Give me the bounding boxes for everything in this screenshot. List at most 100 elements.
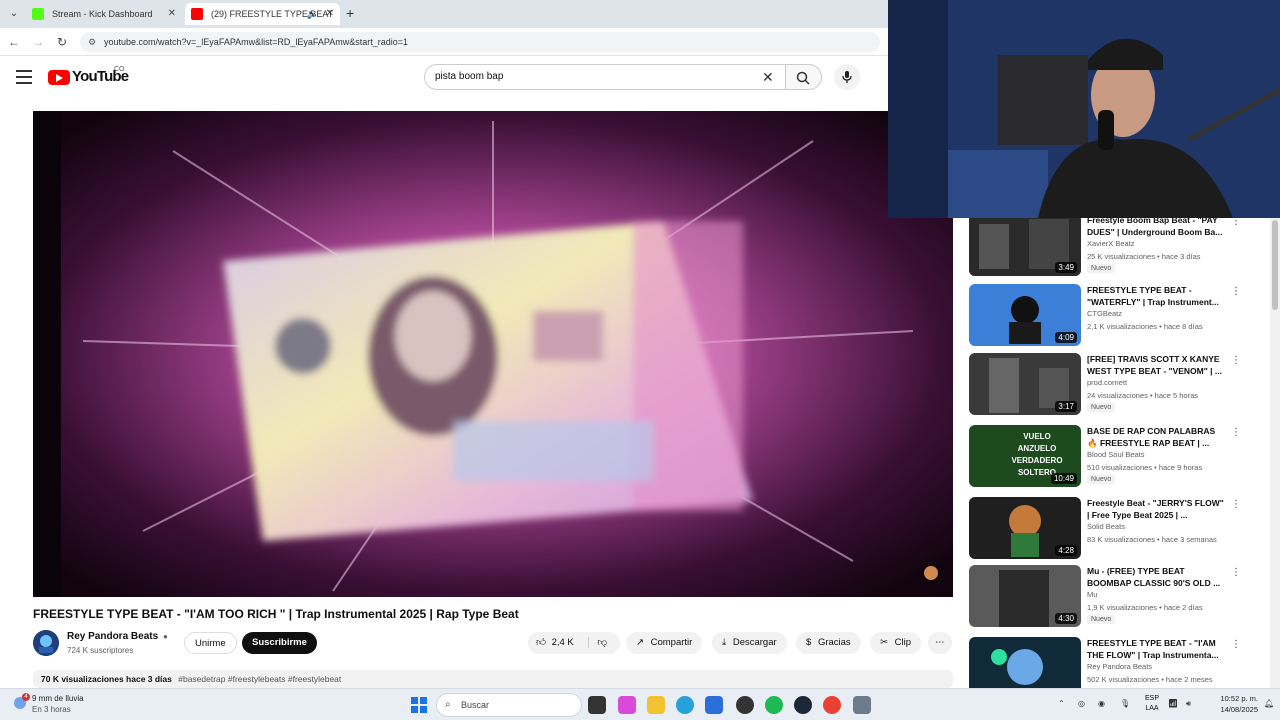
recommendations-scrollbar[interactable] xyxy=(1270,218,1280,688)
recommendation-item[interactable]: FREESTYLE TYPE BEAT - "I'AM THE FLOW" | … xyxy=(969,637,1269,688)
more-options-icon[interactable]: ⋮ xyxy=(1231,639,1241,650)
weather-text[interactable]: 9 mm de lluvia xyxy=(32,694,84,703)
store-icon[interactable] xyxy=(705,696,723,714)
taskbar-search-input[interactable]: ⌕ Buscar xyxy=(436,693,582,717)
new-badge: Nuevo xyxy=(1087,264,1116,273)
more-options-icon[interactable]: ⋮ xyxy=(1231,427,1241,438)
tab-search-icon[interactable]: ⌄ xyxy=(6,6,22,22)
scrollbar-thumb[interactable] xyxy=(1272,220,1278,310)
edge-icon[interactable] xyxy=(676,696,694,714)
views-date: 70 K visualizaciones hace 3 días xyxy=(41,674,172,684)
search-icon xyxy=(796,71,810,85)
recommendation-item[interactable]: 3:17 [FREE] TRAVIS SCOTT X KANYE WEST TY… xyxy=(969,353,1269,417)
settings-icon[interactable] xyxy=(853,696,871,714)
recommendation-item[interactable]: 3:49 Freestyle Boom Bap Beat - "PAY DUES… xyxy=(969,214,1269,278)
voice-search-button[interactable] xyxy=(834,64,860,90)
subscribe-button[interactable]: Suscribirme xyxy=(242,632,317,654)
system-clock[interactable]: 10:52 p. m. 14/08/2025 xyxy=(1206,693,1258,715)
clip-button[interactable]: ✂ Clip xyxy=(870,632,921,654)
search-input[interactable]: pista boom bap xyxy=(424,64,786,90)
weather-badge: 4 xyxy=(22,693,30,701)
tray-app-icon[interactable]: ◎ xyxy=(1078,699,1085,708)
duration-badge: 4:09 xyxy=(1055,332,1077,343)
forward-arrow-icon[interactable]: → xyxy=(30,34,46,50)
download-label: Descargar xyxy=(732,637,777,648)
steam-icon[interactable] xyxy=(794,696,812,714)
search-placeholder: Buscar xyxy=(461,700,490,710)
app-icon[interactable] xyxy=(736,696,754,714)
recommendation-meta: 24 visualizaciones • hace 5 horas xyxy=(1087,391,1199,400)
video-player[interactable] xyxy=(33,111,953,597)
url-input[interactable]: ⚙ youtube.com/watch?v=_lEyaFAPAmw&list=R… xyxy=(80,32,880,52)
duration-badge: 10:49 xyxy=(1050,473,1077,484)
video-thumbnail[interactable]: 3:49 xyxy=(969,214,1081,276)
share-label: Compartir xyxy=(650,637,693,648)
video-thumbnail[interactable]: 4:30 xyxy=(969,565,1081,627)
close-tab-icon[interactable]: ✕ xyxy=(168,3,176,25)
join-button[interactable]: Unirme xyxy=(184,632,237,654)
file-explorer-icon[interactable] xyxy=(647,696,665,714)
more-actions-button[interactable]: ⋯ xyxy=(928,632,952,654)
search-button[interactable] xyxy=(786,64,822,90)
back-arrow-icon[interactable]: ← xyxy=(6,34,22,50)
windows-taskbar: 4 9 mm de lluvia En 3 horas ⌕ Buscar ⌃ ◎… xyxy=(0,688,1280,720)
language-indicator[interactable]: ESP LAA xyxy=(1140,694,1164,714)
tray-overflow-icon[interactable]: ⌃ xyxy=(1058,699,1065,708)
recommendation-meta: 83 K visualizaciones • hace 3 semanas xyxy=(1087,535,1217,544)
description-box[interactable]: 70 K visualizaciones hace 3 días #basede… xyxy=(33,670,953,688)
more-options-icon[interactable]: ⋮ xyxy=(1231,567,1241,578)
speaker-icon[interactable]: 🔈 xyxy=(307,3,318,25)
new-tab-button[interactable]: + xyxy=(346,5,354,21)
tray-app-icon[interactable]: ◉ xyxy=(1098,699,1105,708)
duration-badge: 3:17 xyxy=(1055,401,1077,412)
recommendation-title: Mu - (FREE) TYPE BEAT BOOMBAP CLASSIC 90… xyxy=(1087,566,1221,588)
site-info-icon[interactable]: ⚙ xyxy=(88,32,96,52)
windows-start-icon[interactable] xyxy=(410,696,428,714)
channel-name[interactable]: Rey Pandora Beats ● xyxy=(67,631,168,642)
spotify-icon[interactable] xyxy=(765,696,783,714)
thanks-button[interactable]: $ Gracias xyxy=(796,632,861,654)
new-badge: Nuevo xyxy=(1087,475,1116,484)
menu-icon[interactable] xyxy=(16,70,32,84)
chrome-icon[interactable] xyxy=(823,696,841,714)
video-thumbnail[interactable]: 3:17 xyxy=(969,353,1081,415)
recommendation-item[interactable]: 4:30 Mu - (FREE) TYPE BEAT BOOMBAP CLASS… xyxy=(969,565,1269,629)
hashtags[interactable]: #basedetrap #freestylebeats #freestylebe… xyxy=(178,674,341,684)
task-view-icon[interactable] xyxy=(588,696,606,714)
tab-youtube[interactable]: (29) FREESTYLE TYPE BEAT 🔈 ✕ xyxy=(185,3,340,25)
download-button[interactable]: ⤓ Descargar xyxy=(712,632,787,654)
video-thumbnail[interactable] xyxy=(969,637,1081,688)
more-options-icon[interactable]: ⋮ xyxy=(1231,355,1241,366)
recommendation-item[interactable]: VUELO ANZUELO VERDADERO SOLTERO 10:49 BA… xyxy=(969,425,1269,489)
recommendation-item[interactable]: 4:28 Freestyle Beat - "JERRY'S FLOW" | F… xyxy=(969,497,1269,561)
share-button[interactable]: ↗ Compartir xyxy=(626,632,703,654)
thanks-icon: $ xyxy=(806,637,812,648)
copilot-icon[interactable] xyxy=(618,696,636,714)
thumbnail-text: VUELO ANZUELO VERDADERO SOLTERO xyxy=(1011,432,1063,477)
video-thumbnail[interactable]: VUELO ANZUELO VERDADERO SOLTERO 10:49 xyxy=(969,425,1081,487)
recommendation-item[interactable]: 4:09 FREESTYLE TYPE BEAT - "WATERFLY" | … xyxy=(969,284,1269,348)
recommendation-meta: 502 K visualizaciones • hace 2 meses xyxy=(1087,675,1213,684)
clear-search-icon[interactable]: ✕ xyxy=(762,69,774,85)
wifi-icon[interactable]: 📶︎ xyxy=(1168,699,1178,708)
volume-icon[interactable]: 🔊︎ xyxy=(1186,699,1191,709)
country-code: CO xyxy=(114,66,125,73)
notifications-icon[interactable]: 🔔︎ xyxy=(1264,699,1274,708)
video-thumbnail[interactable]: 4:28 xyxy=(969,497,1081,559)
kick-favicon-icon xyxy=(32,8,44,20)
dislike-button[interactable]: 👎︎ xyxy=(588,637,608,648)
youtube-logo-icon[interactable] xyxy=(48,70,70,85)
more-options-icon[interactable]: ⋮ xyxy=(1231,499,1241,510)
verified-icon: ● xyxy=(162,632,168,641)
more-options-icon[interactable]: ⋮ xyxy=(1231,286,1241,297)
microphone-icon xyxy=(842,71,852,83)
recommendation-title: FREESTYLE TYPE BEAT - "WATERFLY" | Trap … xyxy=(1087,285,1219,307)
channel-avatar[interactable] xyxy=(33,630,59,656)
video-thumbnail[interactable]: 4:09 xyxy=(969,284,1081,346)
tray-mic-icon[interactable]: 🎙︎ xyxy=(1120,699,1130,708)
close-tab-icon[interactable]: ✕ xyxy=(326,3,334,25)
like-button[interactable]: 👍︎ 2,4 K xyxy=(536,637,576,648)
tab-kick-dashboard[interactable]: Stream - Kick Dashboard ✕ xyxy=(26,3,182,25)
recommendation-meta: 1,9 K visualizaciones • hace 2 días xyxy=(1087,603,1203,612)
reload-icon[interactable]: ↻ xyxy=(54,34,70,50)
